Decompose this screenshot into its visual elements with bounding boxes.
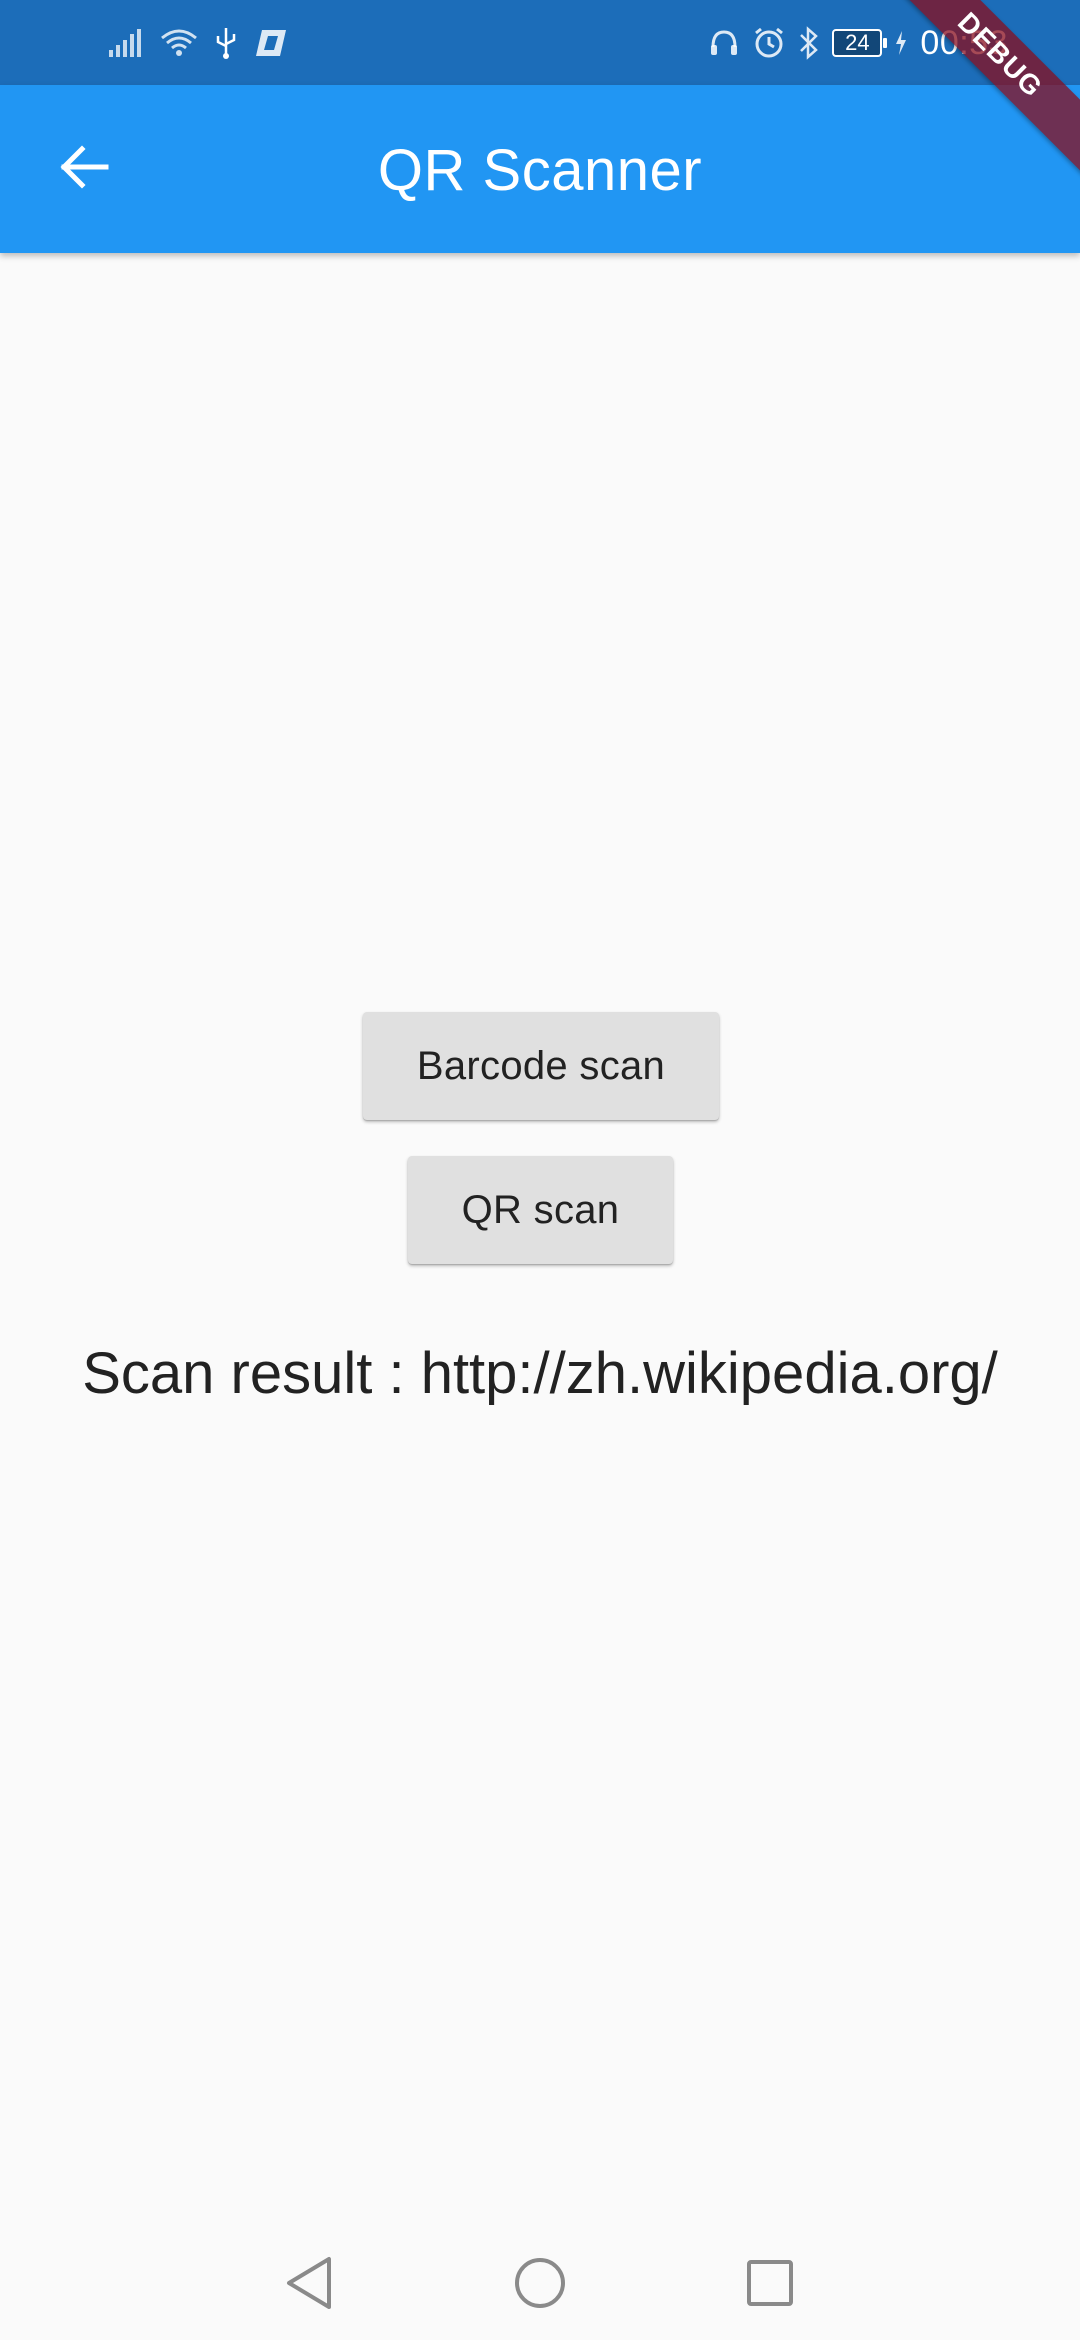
signal-icon: [108, 28, 144, 58]
barcode-scan-button[interactable]: Barcode scan: [363, 1012, 719, 1120]
qr-scan-button[interactable]: QR scan: [408, 1156, 673, 1264]
bluetooth-icon: [798, 26, 820, 60]
app-bar: QR Scanner: [0, 85, 1080, 253]
battery-icon: 24: [832, 29, 888, 57]
page-title: QR Scanner: [377, 138, 703, 203]
nav-back-button[interactable]: [270, 2245, 350, 2325]
notification-app-icon: [254, 28, 288, 58]
screen: 24 00:53 DEBUG QR Scanner Barcode scan Q…: [0, 0, 1080, 2340]
recent-square-icon: [744, 2257, 796, 2314]
status-bar: 24 00:53: [0, 0, 1080, 85]
wifi-icon: [160, 27, 198, 59]
nav-recent-button[interactable]: [730, 2245, 810, 2325]
navigation-bar: [0, 2225, 1080, 2340]
charging-icon: [894, 30, 908, 56]
battery-level: 24: [845, 30, 870, 55]
scan-result-text: Scan result : http://zh.wikipedia.org/: [82, 1341, 998, 1406]
usb-icon: [214, 26, 238, 60]
headphones-icon: [708, 27, 740, 59]
nav-home-button[interactable]: [500, 2245, 580, 2325]
home-circle-icon: [512, 2255, 568, 2316]
status-left-icons: [108, 22, 288, 64]
back-triangle-icon: [283, 2255, 337, 2316]
alarm-icon: [752, 26, 786, 60]
